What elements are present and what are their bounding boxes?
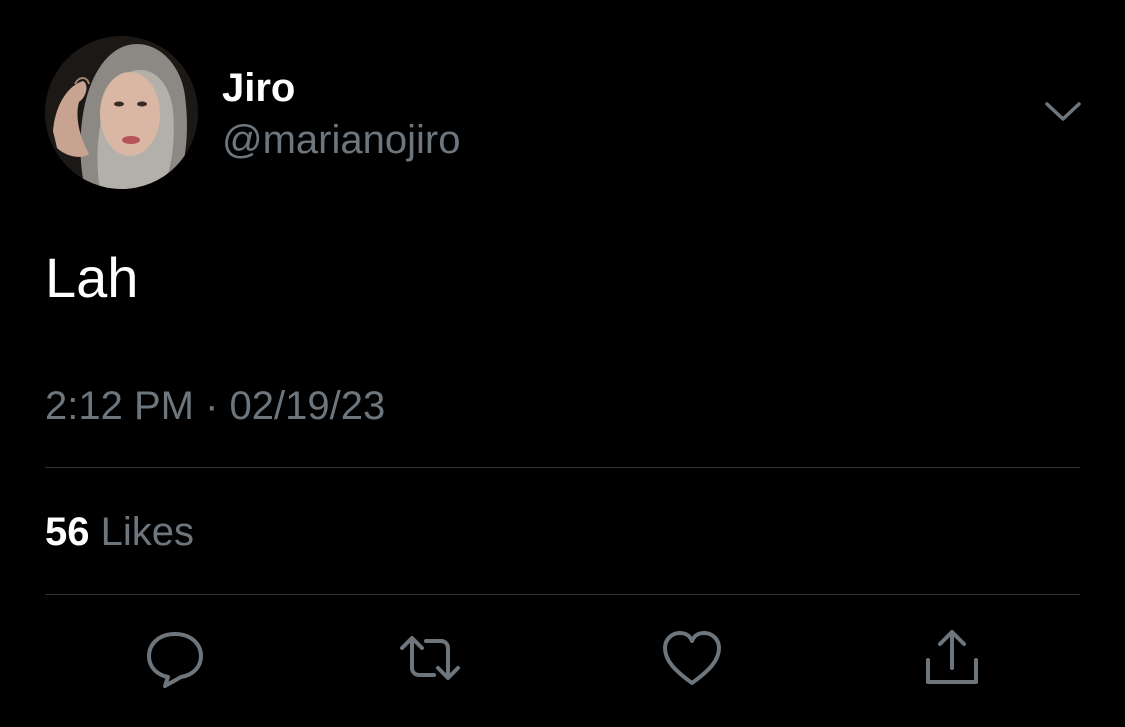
author-display-name[interactable]: Jiro <box>222 64 295 112</box>
reply-button[interactable] <box>143 626 207 690</box>
avatar-image <box>45 36 198 189</box>
retweet-button[interactable] <box>398 626 462 690</box>
chevron-down-icon <box>1045 102 1081 121</box>
retweet-icon <box>400 636 460 680</box>
share-icon <box>926 630 978 684</box>
share-button[interactable] <box>920 626 984 690</box>
likes-stat[interactable]: 56 Likes <box>45 508 194 556</box>
divider <box>45 594 1080 595</box>
like-button[interactable] <box>660 626 724 690</box>
reply-icon <box>147 632 203 688</box>
avatar[interactable] <box>45 36 198 189</box>
tweet-timestamp[interactable]: 2:12 PM · 02/19/23 <box>45 382 385 430</box>
author-handle[interactable]: @marianojiro <box>222 116 460 164</box>
likes-label: Likes <box>100 510 195 554</box>
likes-count: 56 <box>45 510 90 554</box>
heart-icon <box>663 631 721 685</box>
divider <box>45 467 1080 468</box>
tweet-text: Lah <box>45 246 139 309</box>
more-options-button[interactable] <box>1036 92 1090 132</box>
